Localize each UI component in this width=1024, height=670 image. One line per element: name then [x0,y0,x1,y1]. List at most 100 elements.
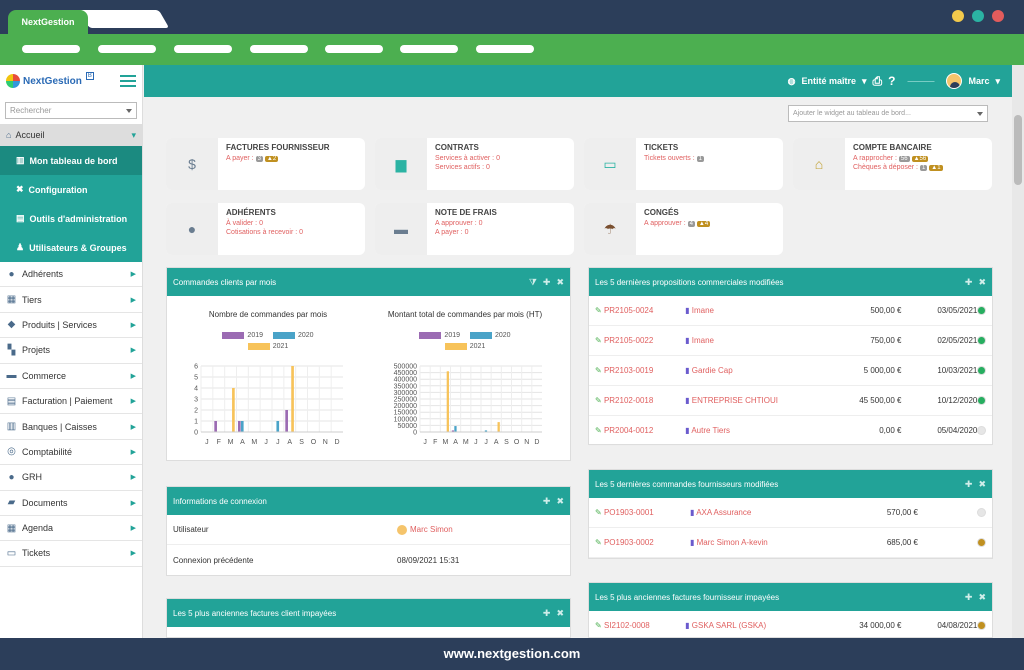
info-card[interactable]: ☂ CONGÉS A approuver : 4 ▲4 [584,203,783,255]
close-dot[interactable] [992,10,1004,22]
user-menu[interactable]: Marc [968,76,989,86]
sidebar-item-users-groups[interactable]: ♟ Utilisateurs & Groupes [0,233,142,262]
sidebar-item[interactable]: ◎ Comptabilité ▶ [0,440,142,466]
sidebar-item[interactable]: ▦ Agenda ▶ [0,516,142,542]
user-link[interactable]: Marc Simon [410,525,453,534]
company-link[interactable]: Autre Tiers [685,426,827,435]
move-icon[interactable]: ✚ [965,592,973,603]
sidebar-item[interactable]: ▚ Projets ▶ [0,338,142,364]
maximize-dot[interactable] [972,10,984,22]
browser-tab-active[interactable]: NextGestion [8,10,88,34]
company-link[interactable]: GSKA SARL (GSKA) [685,621,827,630]
avatar[interactable] [946,73,963,89]
move-icon[interactable]: ✚ [965,277,973,288]
ref-link[interactable]: PR2105-0024 [595,306,685,315]
company-link[interactable]: Imane [685,336,827,345]
move-icon[interactable]: ✚ [543,496,551,507]
card-line[interactable]: Services à activer : 0 [435,155,566,162]
info-card[interactable]: ▭ TICKETS Tickets ouverts : 1 [584,138,783,190]
sidebar-item-dashboard[interactable]: ▥ Mon tableau de bord [0,146,142,175]
company-link[interactable]: AXA Assurance [690,508,840,517]
card-line[interactable]: Services actifs : 0 [435,164,566,171]
card-line[interactable]: Chèques à déposer : 1 ▲1 [853,164,984,171]
sidebar-item[interactable]: ● Adhérents ▶ [0,262,142,288]
ref-link[interactable]: SI2102-0008 [595,621,685,630]
legend-item[interactable]: 2020 [470,332,511,339]
bar[interactable] [276,421,280,432]
close-icon[interactable]: ✖ [978,592,986,603]
bar[interactable] [214,421,217,432]
company-link[interactable]: Gardie Cap [685,366,827,375]
company-link[interactable]: ENTREPRISE CHTIOUI [685,396,827,405]
sidebar-item-configuration[interactable]: ✖ Configuration [0,175,142,204]
legend-item[interactable]: 2019 [222,332,263,339]
info-card[interactable]: ● ADHÉRENTS À valider : 0 Cotisations à rec… [166,203,365,255]
company-link[interactable]: Imane [685,306,827,315]
menu-icon: ▭ [6,547,17,559]
ref-link[interactable]: PR2105-0022 [595,336,685,345]
move-icon[interactable]: ✚ [543,277,551,288]
close-icon[interactable]: ✖ [556,277,564,288]
close-icon[interactable]: ✖ [556,608,564,619]
card-line[interactable]: Tickets ouverts : 1 [644,155,775,162]
company-link[interactable]: Marc Simon A-kevin [690,538,840,547]
info-card[interactable]: ▬ NOTE DE FRAIS A approuver : 0 A payer : 0 [375,203,574,255]
scrollbar-thumb[interactable] [1014,115,1022,185]
move-icon[interactable]: ✚ [965,479,973,490]
help-icon[interactable]: ? [888,74,895,88]
close-icon[interactable]: ✖ [978,479,986,490]
bar[interactable] [285,410,288,432]
close-icon[interactable]: ✖ [556,496,564,507]
app-logo[interactable]: NextGestion B [6,72,94,88]
legend-item[interactable]: 2021 [444,343,485,350]
ref-link[interactable]: PR2004-0012 [595,426,685,435]
ref-link[interactable]: PO1903-0001 [595,508,690,517]
legend-item[interactable]: 2021 [247,343,288,350]
bar[interactable] [446,371,449,432]
ref-link[interactable]: PR2103-0019 [595,366,685,375]
sidebar-item[interactable]: ▬ Commerce ▶ [0,364,142,389]
sidebar-item[interactable]: ▤ Facturation | Paiement ▶ [0,389,142,415]
card-line[interactable]: À valider : 0 [226,220,357,227]
card-line[interactable]: A approuver : 0 [435,220,566,227]
hamburger-menu-icon[interactable] [120,75,136,87]
info-card[interactable]: ⌂ COMPTE BANCAIRE A rapprocher : 56 ▲56 Chè… [793,138,992,190]
bar[interactable] [454,426,457,432]
add-widget-select[interactable]: Ajouter le widget au tableau de bord... [788,105,988,122]
legend-item[interactable]: 2019 [419,332,460,339]
print-icon[interactable]: ⎙ [873,74,883,89]
page-scrollbar[interactable] [1012,65,1024,638]
legend-item[interactable]: 2020 [273,332,314,339]
entity-selector[interactable]: Entité maître [801,76,856,86]
bar[interactable] [240,421,244,432]
info-card[interactable]: $ FACTURES FOURNISSEUR A payer : 3 ▲2 [166,138,365,190]
bar[interactable] [237,421,241,432]
sidebar-item-admin-tools[interactable]: ▤ Outils d'administration [0,204,142,233]
bar[interactable] [232,388,235,432]
ref-link[interactable]: PR2102-0018 [595,396,685,405]
move-icon[interactable]: ✚ [543,608,551,619]
card-line[interactable]: A approuver : 4 ▲4 [644,220,775,227]
info-card[interactable]: ▆ CONTRATS Services à activer : 0 Services … [375,138,574,190]
bar[interactable] [497,422,500,432]
status-dot [977,306,986,315]
bar[interactable] [291,366,294,432]
card-line[interactable]: A payer : 0 [435,229,566,236]
sidebar-item-label: GRH [22,472,42,483]
sidebar-item[interactable]: ▭ Tickets ▶ [0,541,142,567]
sidebar-item[interactable]: ▥ Banques | Caisses ▶ [0,414,142,440]
card-line[interactable]: Cotisations à recevoir : 0 [226,229,357,236]
sidebar-item-accueil[interactable]: ⌂ Accueil ▾ [0,124,142,146]
card-line[interactable]: A payer : 3 ▲2 [226,155,357,162]
close-icon[interactable]: ✖ [978,277,986,288]
minimize-dot[interactable] [952,10,964,22]
sidebar-item[interactable]: ▰ Documents ▶ [0,491,142,516]
ref-link[interactable]: PO1903-0002 [595,538,690,547]
filter-icon[interactable]: ⧩ [529,277,537,288]
sidebar-item[interactable]: ◆ Produits | Services ▶ [0,313,142,339]
browser-tab-new[interactable] [78,10,170,28]
card-line[interactable]: A rapprocher : 56 ▲56 [853,155,984,162]
sidebar-search-input[interactable]: Rechercher [5,102,137,119]
sidebar-item[interactable]: ▦ Tiers ▶ [0,287,142,313]
sidebar-item[interactable]: ● GRH ▶ [0,465,142,491]
